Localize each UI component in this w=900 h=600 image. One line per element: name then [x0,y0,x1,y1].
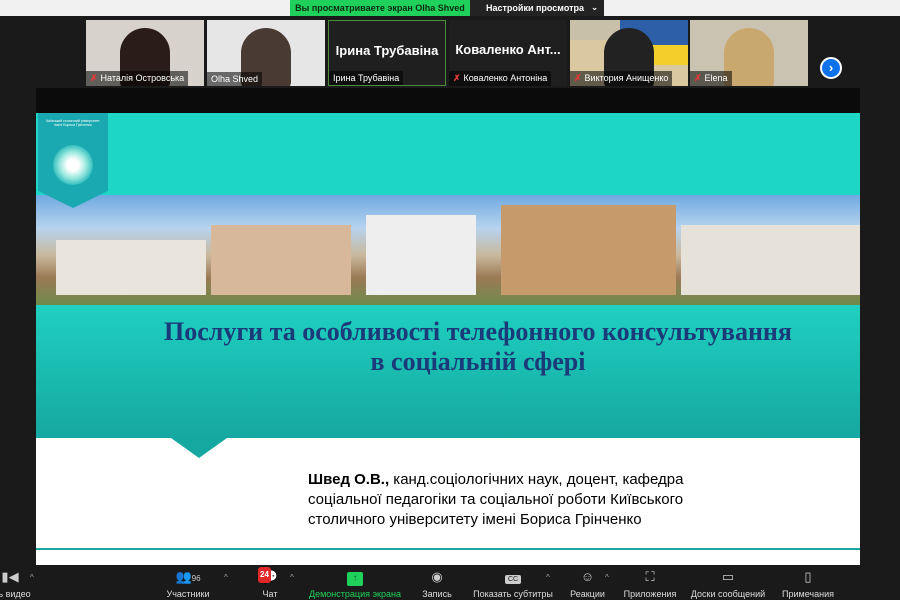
participants-options-caret-icon[interactable]: ^ [224,573,228,582]
title-line: Послуги та особливості телефонного консу… [164,317,792,346]
captions-label: Показать субтитры [473,589,553,599]
building [501,205,676,295]
chat-badge: 24 [258,567,271,583]
notes-label: Примечания [782,589,834,599]
notes-button[interactable]: ▯ Примечания [776,569,840,599]
participant-name: ✗ Виктория Анищенко [570,71,673,86]
divider [36,548,860,550]
mic-muted-icon: ✗ [574,73,582,83]
mic-muted-icon: ✗ [90,73,98,83]
chat-options-caret-icon[interactable]: ^ [290,573,294,582]
mic-muted-icon: ✗ [453,73,461,83]
next-page-arrow-icon[interactable]: › [820,57,842,79]
participants-label: Участники [166,589,210,599]
author-line: столичного університету імені Бориса Грі… [308,511,642,528]
notes-icon: ▯ [804,569,812,584]
video-button[interactable]: ▮◀ ить видео [0,569,40,599]
participants-count: 96 [191,574,201,583]
participant-display-name: Ірина Трубавіна [335,43,439,58]
participant-name: ✗ Коваленко Антоніна [449,71,552,86]
slide-header-band [36,113,860,195]
title-line: в соціальній сфері [370,347,586,376]
participant-name: ✗ Elena [690,71,732,86]
apps-icon: ⛶ [645,569,655,584]
record-icon: ◉ [431,569,443,584]
view-settings-label: Настройки просмотра [486,3,585,13]
apps-label: Приложения [623,589,677,599]
reactions-options-caret-icon[interactable]: ^ [605,573,609,582]
share-screen-icon: ↑ [347,572,363,586]
participant-tile[interactable]: Коваленко Ант... ✗ Коваленко Антоніна [449,20,567,86]
participants-button[interactable]: 👥96 Участники [158,569,218,599]
reactions-button[interactable]: ☺ Реакции [565,569,610,599]
building [56,240,206,295]
record-button[interactable]: ◉ Запись [417,569,457,599]
participant-tile[interactable]: Olha Shved [207,20,325,86]
slide-title-area: Послуги та особливості телефонного консу… [36,305,860,438]
reactions-label: Реакции [570,589,605,599]
meeting-toolbar: ▮◀ ить видео ^ 👥96 Участники ^ 💬24 Чат ^ ↑ Д… [0,565,900,600]
chat-icon: 💬24 [250,567,290,585]
chevron-down-icon: ⌄ [591,3,598,12]
mic-muted-icon: ✗ [694,73,702,83]
building [366,215,476,295]
participant-tile[interactable]: ✗ Elena [690,20,808,86]
video-options-caret-icon[interactable]: ^ [30,573,34,582]
video-camera-icon: ▮◀ [1,569,19,584]
author-line: соціальної педагогіки та соціальної робо… [308,491,684,508]
captions-options-caret-icon[interactable]: ^ [546,573,550,582]
whiteboards-button[interactable]: ▭ Доски сообщений [686,569,770,599]
shared-slide: Київський столичний університет імені Бо… [36,88,860,565]
building [681,225,860,295]
participant-strip: ✗ Наталія Островська Olha Shved Ірина Тру… [0,16,900,88]
share-screen-button[interactable]: ↑ Демонстрация экрана [305,569,405,599]
slide-author: Швед О.В., канд.соціологічних наук, доце… [308,470,683,530]
apps-button[interactable]: ⛶ Приложения [620,569,680,599]
chat-label: Чат [262,589,278,599]
chat-button[interactable]: 💬24 Чат [250,567,290,599]
participant-tile[interactable]: ✗ Виктория Анищенко [570,20,688,86]
participant-name: Olha Shved [207,72,263,86]
participant-tile[interactable]: Ірина Трубавіна Ірина Трубавіна [328,20,446,86]
share-screen-label: Демонстрация экрана [309,589,401,599]
smiley-icon: ☺ [580,569,595,584]
author-line: канд.соціологічних наук, доцент, кафедра [389,471,684,488]
university-buildings-photo [36,195,860,305]
closed-captions-icon: CC [468,569,558,585]
university-logo: Київський столичний університет імені Бо… [38,113,108,208]
participant-tile[interactable]: ✗ Наталія Островська [86,20,204,86]
logo-emblem-icon [53,145,93,185]
participants-icon: 👥96 [175,569,201,584]
slide-top-bar [36,88,860,113]
video-label: ить видео [0,589,31,599]
slide-title: Послуги та особливості телефонного консу… [96,317,860,377]
author-name: Швед О.В., [308,471,390,488]
captions-button[interactable]: CC Показать субтитры [468,569,558,599]
whiteboard-icon: ▭ [721,569,735,584]
participant-name: ✗ Наталія Островська [86,71,189,86]
building [211,225,351,295]
screen-share-banner: Вы просматриваете экран Olha Shved [290,0,470,16]
record-label: Запись [422,589,452,599]
decorative-notch [171,438,227,458]
whiteboards-label: Доски сообщений [690,589,766,599]
logo-text: Київський столичний університет імені Бо… [46,119,100,127]
participant-name: Ірина Трубавіна [329,71,404,85]
participant-display-name: Коваленко Ант... [455,42,561,57]
view-settings-button[interactable]: Настройки просмотра ⌄ [470,0,604,16]
